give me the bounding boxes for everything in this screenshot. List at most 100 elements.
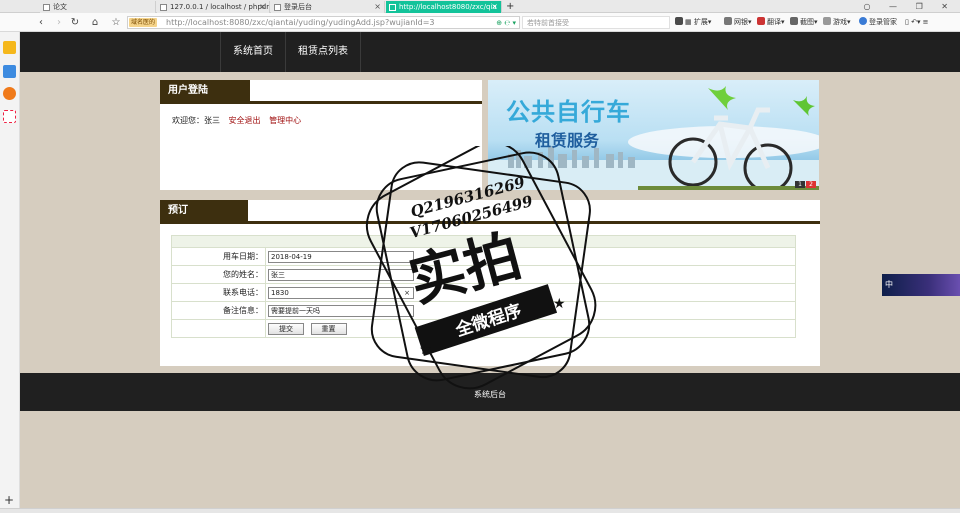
toolbar-games[interactable]: 游戏▾ [823, 16, 851, 29]
address-bar[interactable]: 域名医的 http://localhost:8080/zxc/qiantai/y… [127, 16, 520, 29]
floating-ad[interactable]: 中 [882, 274, 960, 296]
actions-cell: 提交 重置 [265, 319, 796, 338]
submit-button[interactable]: 提交 [268, 322, 304, 335]
bookmark-star-icon[interactable]: ☆ [109, 16, 123, 29]
banner-page-2[interactable]: 2 [806, 181, 816, 188]
form-row-name: 您的姓名： 张三 [171, 265, 796, 284]
nav-rental-points[interactable]: 租赁点列表 [286, 32, 361, 72]
note-input[interactable]: 需要提前一天吗 [268, 304, 414, 317]
home-icon[interactable]: ⌂ [88, 16, 102, 29]
toolbar-label: 截图 [800, 18, 814, 26]
status-bar [0, 508, 960, 513]
back-icon[interactable]: ‹ [34, 16, 48, 29]
clear-icon[interactable]: × [404, 288, 410, 298]
phone-input[interactable]: 1830 × [268, 286, 414, 299]
welcome-text: 欢迎您：张三 [172, 116, 220, 125]
name-input[interactable]: 张三 [268, 268, 414, 281]
form-header-row [171, 235, 796, 248]
nav-home[interactable]: 系统首页 [220, 32, 286, 72]
browser-sidebar: + [0, 0, 24, 513]
booking-form: 用车日期： 2018-04-19 您的姓名： 张三 联系电话： 1830 × 备注… [171, 235, 796, 338]
mail-icon[interactable] [3, 110, 16, 123]
close-icon[interactable]: × [491, 1, 498, 13]
page-icon [43, 4, 50, 11]
bank-icon [724, 17, 732, 25]
forward-icon[interactable]: › [52, 16, 66, 29]
booking-panel: 预订 用车日期： 2018-04-19 您的姓名： 张三 联系电话： 1830 ×… [160, 200, 820, 366]
page-icon [389, 4, 396, 11]
tab-login-admin[interactable]: 登录后台 × [271, 1, 385, 13]
booking-panel-title: 预订 [160, 200, 248, 221]
manage-center-link[interactable]: 管理中心 [269, 116, 301, 125]
panel-divider [160, 221, 820, 224]
toolbar-label: 翻译 [767, 18, 781, 26]
form-row-note: 备注信息： 需要提前一天吗 [171, 301, 796, 320]
toolbar-login-manager[interactable]: 登录管家 [859, 16, 897, 29]
reload-icon[interactable]: ↻ [68, 16, 82, 29]
tab-label: 论文 [53, 3, 67, 11]
floating-ad-label: 中 [885, 280, 893, 289]
tab-strip: 论文 127.0.0.1 / localhost / phpdr × 登录后台 … [0, 0, 960, 13]
login-panel-title: 用户登陆 [160, 80, 250, 101]
toolbar-translate[interactable]: 翻译▾ [757, 16, 785, 29]
toolbar-label: 网银 [734, 18, 748, 26]
date-label: 用车日期： [171, 247, 266, 266]
page-icon [160, 4, 167, 11]
name-cell: 张三 [265, 265, 796, 284]
tab-active-page[interactable]: http://localhost8080/zxc/qia × [386, 1, 502, 13]
toolbar-extensions[interactable]: ▦ 扩展▾ [675, 16, 711, 29]
search-input[interactable]: 若特前首接受 [522, 16, 670, 29]
scissors-icon [790, 17, 798, 25]
toolbar-label: 扩展 [693, 18, 708, 26]
date-cell: 2018-04-19 [265, 247, 796, 266]
search-placeholder: 若特前首接受 [527, 19, 569, 27]
site-badge: 域名医的 [129, 18, 158, 27]
note-label: 备注信息： [171, 301, 266, 320]
name-label: 您的姓名： [171, 265, 266, 284]
toolbar-label: 登录管家 [869, 18, 897, 26]
banner-pager: 12 [794, 179, 816, 188]
toolbar-label: 游戏 [833, 18, 847, 26]
reading-list-icon[interactable] [3, 65, 16, 78]
reset-button[interactable]: 重置 [310, 322, 347, 335]
banner-subtitle: 租赁服务 [535, 131, 600, 150]
login-panel: 用户登陆 欢迎您：张三 安全退出 管理中心 [160, 80, 482, 190]
logout-link[interactable]: 安全退出 [229, 116, 261, 125]
favorites-icon[interactable] [3, 41, 16, 54]
form-row-actions: 提交 重置 [171, 319, 796, 338]
tab-label: 127.0.0.1 / localhost / phpdr [170, 3, 270, 11]
user-icon [859, 17, 867, 25]
tab-label: http://localhost8080/zxc/qia [399, 3, 497, 11]
new-tab-button[interactable]: + [506, 0, 514, 13]
toolbar-screenshot[interactable]: 截图▾ [790, 16, 818, 29]
toolbar-bank[interactable]: 网银▾ [724, 16, 752, 29]
page-viewport: 系统首页 租赁点列表 用户登陆 欢迎您：张三 安全退出 管理中心 公共自行车 租… [20, 32, 960, 508]
url-action-icons[interactable]: ⊕ ℮ ▾ [496, 17, 516, 29]
translate-icon [757, 17, 765, 25]
gamepad-icon [823, 17, 831, 25]
actions-label-cell [171, 319, 266, 338]
date-input[interactable]: 2018-04-19 [268, 250, 414, 263]
weibo-icon[interactable] [3, 87, 16, 100]
tab-lunwen[interactable]: 论文 [40, 1, 156, 13]
close-icon[interactable]: × [259, 1, 266, 13]
window-controls[interactable]: ○ — ❐ ✕ [864, 0, 956, 13]
add-sidebar-icon[interactable]: + [4, 494, 14, 506]
page-footer: 系统后台 [20, 373, 960, 411]
form-row-date: 用车日期： 2018-04-19 [171, 247, 796, 266]
admin-link[interactable]: 系统后台 [474, 390, 506, 399]
close-icon[interactable]: × [374, 1, 381, 13]
form-header-cell [171, 235, 796, 248]
toolbar-extra-icons[interactable]: ▯ ↶▾ ≡ [905, 16, 929, 29]
tab-phpmyadmin[interactable]: 127.0.0.1 / localhost / phpdr × [157, 1, 270, 13]
top-nav: 系统首页 租赁点列表 [20, 32, 960, 72]
phone-value: 1830 [271, 288, 289, 297]
banner-page-1[interactable]: 1 [795, 181, 805, 188]
form-row-phone: 联系电话： 1830 × [171, 283, 796, 302]
page-icon [274, 4, 281, 11]
phone-label: 联系电话： [171, 283, 266, 302]
welcome-line: 欢迎您：张三 安全退出 管理中心 [172, 115, 301, 126]
panel-divider [160, 101, 482, 104]
url-text[interactable]: http://localhost:8080/zxc/qiantai/yuding… [166, 17, 435, 29]
tab-label: 登录后台 [284, 3, 312, 11]
